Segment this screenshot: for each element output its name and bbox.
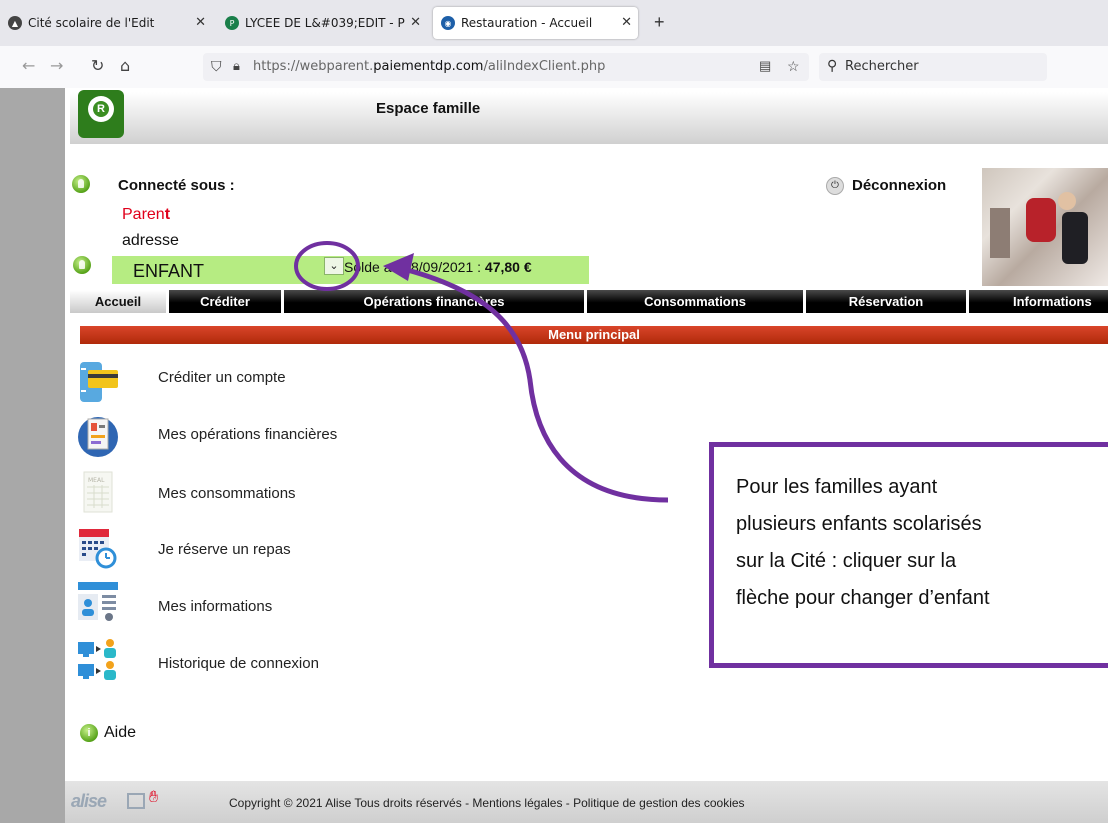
annotation-text: Pour les familles ayant plusieurs enfant… bbox=[736, 476, 990, 609]
annotation-callout-box: Pour les familles ayant plusieurs enfant… bbox=[709, 442, 1108, 668]
annotation-arrow-line bbox=[399, 265, 669, 503]
annotation-circle bbox=[294, 241, 360, 291]
annotation-overlay bbox=[294, 241, 669, 503]
annotation-arrowhead bbox=[383, 253, 414, 281]
